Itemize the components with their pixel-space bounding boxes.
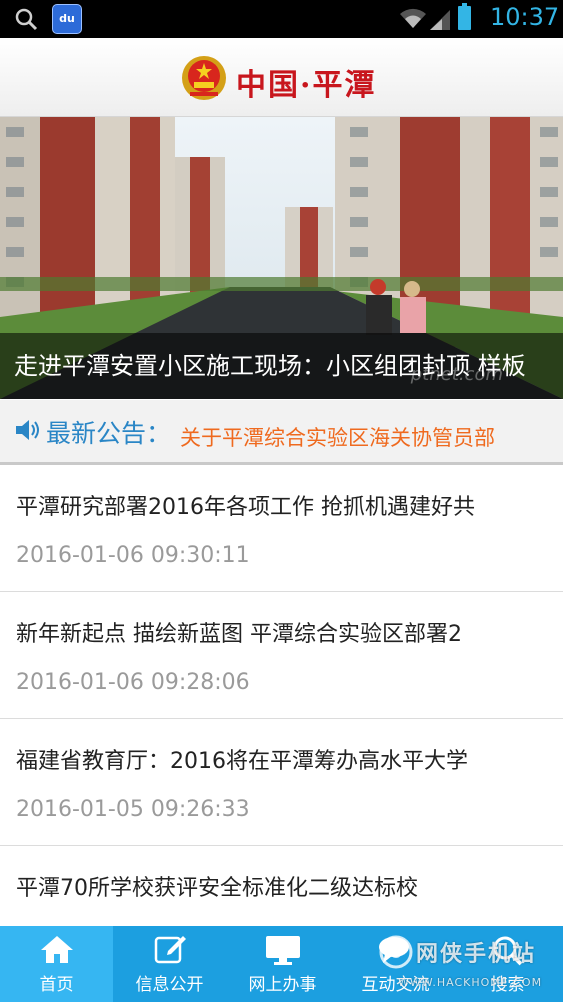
status-bar: du 10:37 [0,0,563,38]
app-header: 中国·平潭 [0,38,563,117]
edit-icon [153,934,187,968]
news-title: 福建省教育厅：2016将在平潭筹办高水平大学 [16,749,468,774]
nav-label: 互动交流 [361,975,430,995]
news-title: 新年新起点 描绘新蓝图 平潭综合实验区部署2 [16,622,462,647]
clock: 10:37 [490,3,560,31]
news-title: 平潭70所学校获评安全标准化二级达标校 [16,876,418,901]
nav-search[interactable]: 搜索 [452,926,563,1002]
signal-icon [428,8,452,34]
chat-icon [377,934,415,970]
nav-online-service[interactable]: 网上办事 [226,926,339,1002]
monitor-icon [264,934,302,970]
nav-home[interactable]: 首页 [0,926,113,1002]
list-item[interactable]: 新年新起点 描绘新蓝图 平潭综合实验区部署2 2016-01-06 09:28:… [0,592,563,719]
notice-label: 最新公告： [46,419,172,448]
national-emblem-icon [180,54,228,106]
nav-label: 信息公开 [135,975,204,995]
nav-interaction[interactable]: 互动交流 [339,926,452,1002]
news-date: 2016-01-06 09:30:11 [16,543,250,568]
news-list: 平潭研究部署2016年各项工作 抢抓机遇建好共 2016-01-06 09:30… [0,465,563,973]
banner-carousel[interactable]: 走进平潭安置小区施工现场：小区组团封顶 样板 ptnet.com [0,117,563,399]
app-icon: du [52,4,82,34]
nav-label: 首页 [39,975,74,995]
nav-label: 网上办事 [248,975,317,995]
news-date: 2016-01-06 09:28:06 [16,670,250,695]
notice-text[interactable]: 关于平潭综合实验区海关协管员部 [180,422,495,452]
home-icon [40,934,74,968]
list-item[interactable]: 福建省教育厅：2016将在平潭筹办高水平大学 2016-01-05 09:26:… [0,719,563,846]
search-icon [14,7,38,35]
page-title: 中国·平潭 [236,68,377,103]
nav-label: 搜索 [490,975,525,995]
speaker-icon [14,418,40,446]
battery-icon [458,3,471,30]
search-icon [491,934,525,970]
list-item[interactable]: 平潭研究部署2016年各项工作 抢抓机遇建好共 2016-01-06 09:30… [0,465,563,592]
wifi-icon [398,6,428,34]
banner-watermark: ptnet.com [410,364,503,385]
news-title: 平潭研究部署2016年各项工作 抢抓机遇建好共 [16,495,475,520]
news-date: 2016-01-05 09:26:33 [16,797,250,822]
notice-bar[interactable]: 最新公告： 关于平潭综合实验区海关协管员部 [0,400,563,465]
nav-info[interactable]: 信息公开 [113,926,226,1002]
bottom-nav: 首页 信息公开 网上办事 互动交流 搜索 [0,926,563,1002]
